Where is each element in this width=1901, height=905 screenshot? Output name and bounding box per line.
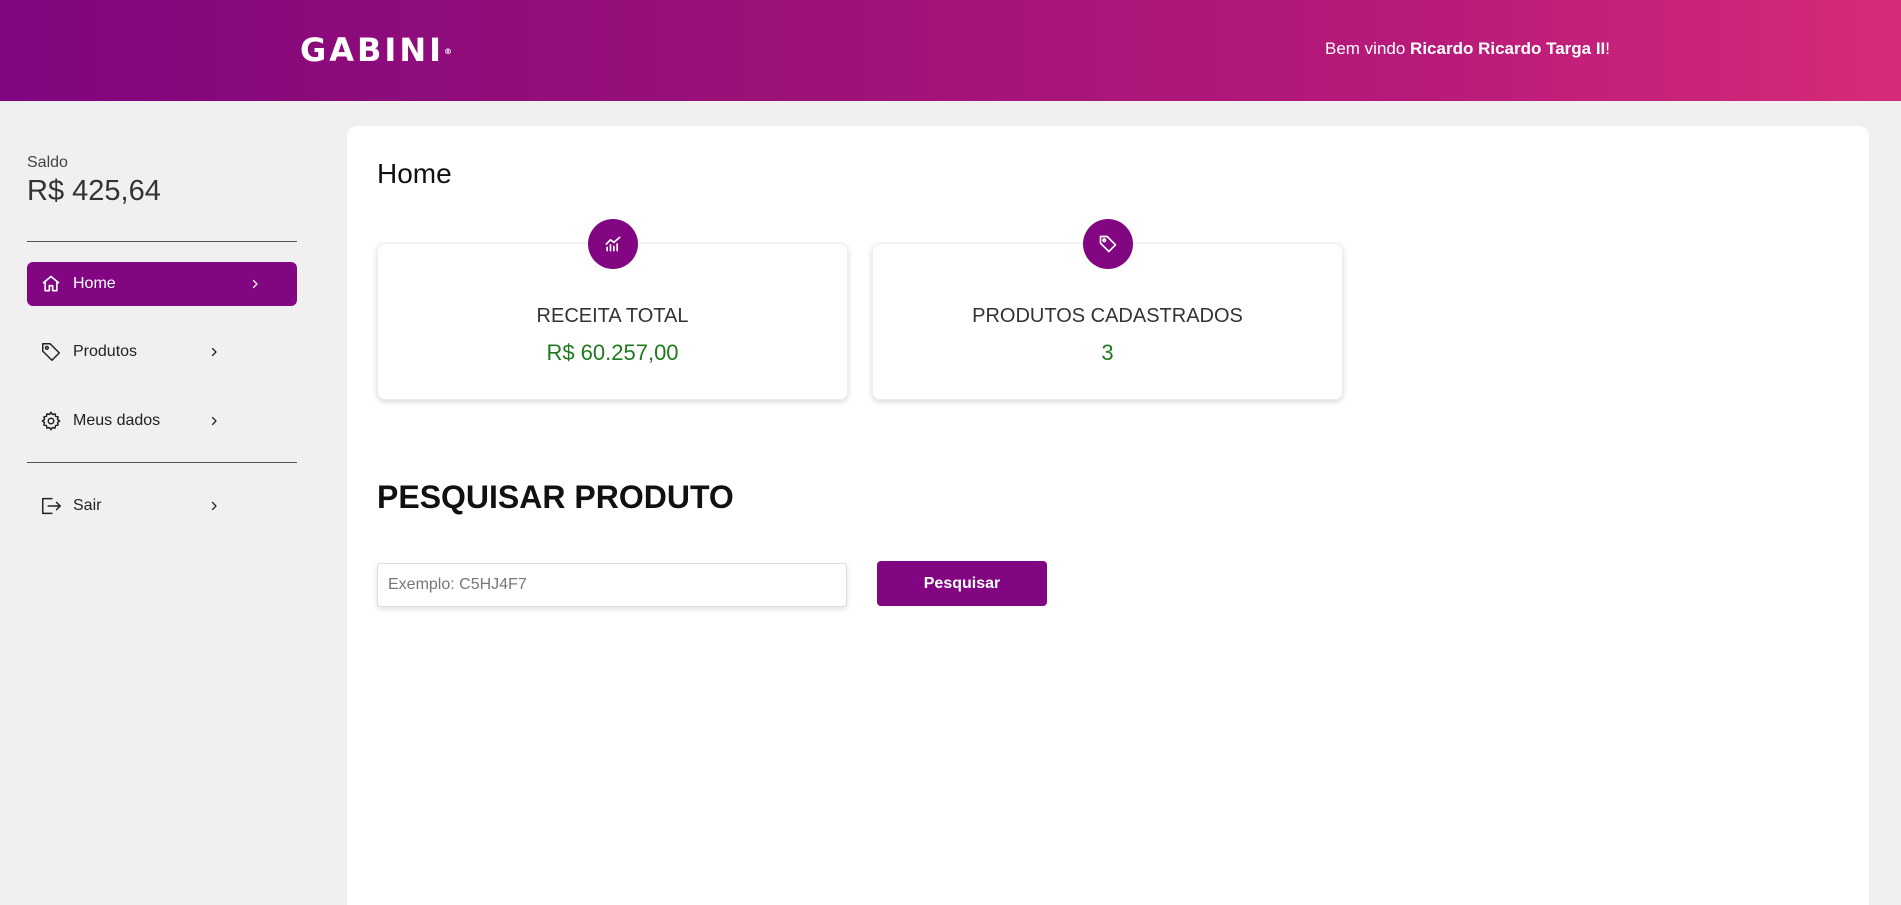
stat-card-title: RECEITA TOTAL: [536, 305, 689, 327]
chevron-right-icon: [208, 346, 220, 358]
sidebar-divider: [27, 462, 297, 463]
top-bar: GABINI® Bem vindo Ricardo Ricardo Targa …: [0, 0, 1901, 101]
sidebar-divider: [27, 241, 297, 242]
sidebar: Saldo R$ 425,64 Home Produtos Meus dados: [0, 101, 325, 905]
sidebar-item-meus-dados[interactable]: Meus dados: [27, 399, 297, 443]
stat-card-products: PRODUTOS CADASTRADOS 3: [872, 219, 1343, 400]
stat-card-title: PRODUTOS CADASTRADOS: [972, 305, 1243, 327]
stat-card-value: 3: [1101, 340, 1114, 365]
sidebar-item-label: Sair: [73, 497, 102, 514]
chevron-right-icon: [249, 278, 261, 290]
search-button[interactable]: Pesquisar: [877, 561, 1047, 606]
search-input[interactable]: [377, 563, 847, 607]
sidebar-item-sair[interactable]: Sair: [27, 484, 297, 528]
logo-text: GABINI: [300, 31, 445, 69]
sidebar-item-home[interactable]: Home: [27, 262, 297, 306]
user-name: Ricardo Ricardo Targa II: [1410, 39, 1606, 58]
chart-icon: [588, 219, 638, 269]
chevron-right-icon: [208, 415, 220, 427]
search-heading: PESQUISAR PRODUTO: [377, 479, 734, 515]
stat-card-value: R$ 60.257,00: [546, 340, 679, 365]
sidebar-item-label: Produtos: [73, 343, 138, 360]
main-panel: Home RECEITA TOTAL R$ 60.257,00 PRODUTOS…: [347, 126, 1869, 905]
tag-icon: [1083, 219, 1133, 269]
page-title: Home: [377, 158, 452, 189]
welcome-prefix: Bem vindo: [1325, 39, 1411, 58]
sidebar-item-produtos[interactable]: Produtos: [27, 330, 297, 374]
logo-registered-mark: ®: [444, 47, 453, 56]
logo: GABINI®: [300, 32, 452, 68]
tag-icon: [39, 340, 63, 364]
logout-icon: [39, 494, 63, 518]
chevron-right-icon: [208, 500, 220, 512]
welcome-suffix: !: [1605, 39, 1611, 58]
stat-card-revenue: RECEITA TOTAL R$ 60.257,00: [377, 219, 848, 400]
balance-label: Saldo: [27, 154, 68, 171]
balance-value: R$ 425,64: [27, 175, 161, 207]
gear-icon: [39, 409, 63, 433]
sidebar-item-label: Meus dados: [73, 412, 161, 429]
sidebar-item-label: Home: [73, 275, 116, 292]
welcome-message: Bem vindo Ricardo Ricardo Targa II!: [1325, 39, 1610, 59]
home-icon: [39, 272, 63, 296]
